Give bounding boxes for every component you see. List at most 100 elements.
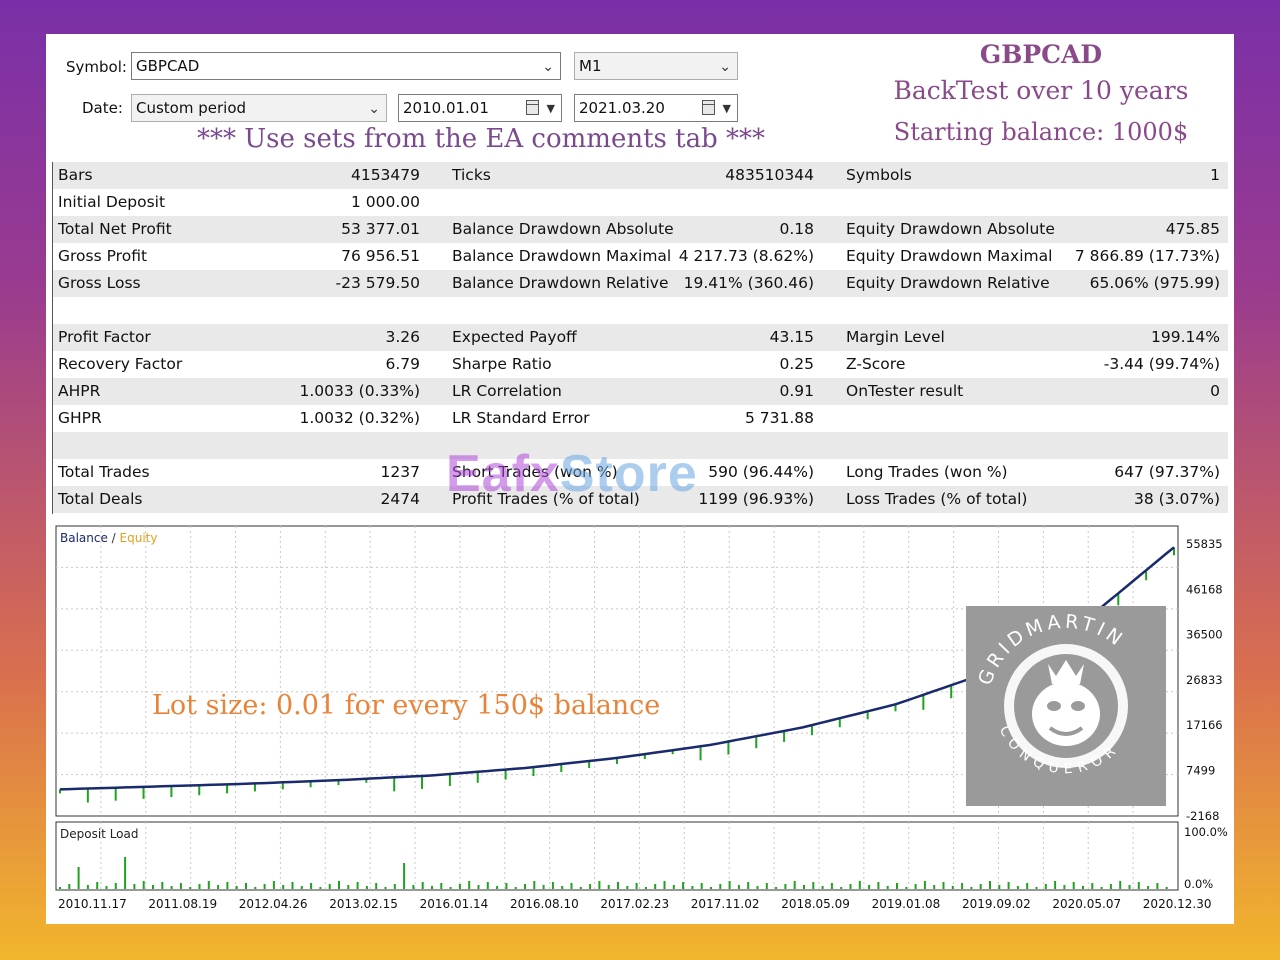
- stat-value: 0.91: [779, 382, 814, 400]
- stats-row: Bars 4153479 Ticks 483510344 Symbols 1: [52, 162, 1228, 189]
- stat-value: 7 866.89 (17.73%): [1074, 247, 1220, 265]
- promo-symbol: GBPCAD: [979, 40, 1103, 69]
- stat-value: 4153479: [350, 166, 420, 184]
- stat-label: Bars: [58, 166, 93, 184]
- stats-row: [52, 432, 1228, 459]
- deposit-load-tick: 0.0%: [1184, 877, 1213, 891]
- stats-row: Total Net Profit 53 377.01 Balance Drawdow…: [52, 216, 1228, 243]
- stats-table: Bars 4153479 Ticks 483510344 Symbols 1 Initial…: [52, 162, 1228, 513]
- x-tick-label: 2010.11.17: [58, 897, 127, 911]
- x-tick-label: 2012.04.26: [239, 897, 308, 911]
- symbol-label: Symbol:: [66, 58, 127, 76]
- stat-label: LR Standard Error: [452, 409, 590, 427]
- stat-label: Balance Drawdown Maximal: [452, 247, 672, 265]
- stat-label: Profit Factor: [58, 328, 151, 346]
- stat-value: 2474: [380, 490, 420, 508]
- date-from-value: 2010.01.01: [403, 99, 489, 117]
- stat-value: 19.41% (360.46): [683, 274, 814, 292]
- x-tick-label: 2020.05.07: [1052, 897, 1121, 911]
- stat-value: -23 579.50: [335, 274, 420, 292]
- strategy-tester-report: Symbol: GBPCAD ⌄ M1 ⌄ Date: Custom perio…: [46, 34, 1234, 924]
- date-to-picker[interactable]: 2021.03.20 ▼: [574, 94, 738, 122]
- stat-value: 0.18: [779, 220, 814, 238]
- x-tick-label: 2019.01.08: [872, 897, 941, 911]
- x-tick-label: 2019.09.02: [962, 897, 1031, 911]
- y-tick-label: -2168: [1186, 809, 1219, 823]
- stat-label: Balance Drawdown Relative: [452, 274, 669, 292]
- stat-label: OnTester result: [846, 382, 964, 400]
- stats-row: [52, 297, 1228, 324]
- x-tick-label: 2020.12.30: [1143, 897, 1212, 911]
- stat-label: Recovery Factor: [58, 355, 183, 373]
- legend-sep: /: [108, 531, 120, 545]
- stat-label: Total Net Profit: [58, 220, 172, 238]
- y-tick-label: 55835: [1186, 537, 1223, 551]
- stat-value: 1: [1210, 166, 1220, 184]
- date-label: Date:: [82, 99, 123, 117]
- sets-note: *** Use sets from the EA comments tab **…: [196, 124, 765, 154]
- stat-value: 76 956.51: [341, 247, 420, 265]
- stat-label: Z-Score: [846, 355, 906, 373]
- stat-value: 1.0032 (0.32%): [299, 409, 421, 427]
- stat-value: 483510344: [725, 166, 814, 184]
- x-tick-label: 2018.05.09: [781, 897, 850, 911]
- stats-row: AHPR 1.0033 (0.33%) LR Correlation 0.91 OnTe…: [52, 378, 1228, 405]
- stat-value: 4 217.73 (8.62%): [678, 247, 814, 265]
- stat-label: Ticks: [452, 166, 491, 184]
- deposit-load-title: Deposit Load: [60, 827, 138, 841]
- stats-row: GHPR 1.0032 (0.32%) LR Standard Error 5 731…: [52, 405, 1228, 432]
- gorilla-logo-icon: GRIDMARTIN CONQUEROR: [974, 611, 1128, 778]
- x-tick-label: 2017.11.02: [691, 897, 760, 911]
- stats-row: Total Deals 2474 Profit Trades (% of total…: [52, 486, 1228, 513]
- x-tick-label: 2016.01.14: [420, 897, 489, 911]
- stat-value: 1 000.00: [350, 193, 420, 211]
- stats-row: Gross Loss -23 579.50 Balance Drawdown Rel…: [52, 270, 1228, 297]
- chevron-down-icon: ⌄: [368, 101, 380, 117]
- date-from-picker[interactable]: 2010.01.01 ▼: [398, 94, 562, 122]
- symbol-select[interactable]: GBPCAD ⌄: [131, 52, 561, 80]
- chevron-down-icon: ⌄: [542, 59, 554, 75]
- stat-label: Margin Level: [846, 328, 945, 346]
- timeframe-select[interactable]: M1 ⌄: [574, 52, 738, 80]
- stat-value: 590 (96.44%): [708, 463, 814, 481]
- y-tick-label: 17166: [1186, 718, 1223, 732]
- stats-row: Profit Factor 3.26 Expected Payoff 43.15 Mar…: [52, 324, 1228, 351]
- stat-value: -3.44 (99.74%): [1103, 355, 1220, 373]
- deposit-load-tick: 100.0%: [1184, 825, 1228, 839]
- legend-equity: Equity: [120, 531, 158, 545]
- stat-label: Gross Loss: [58, 274, 141, 292]
- stat-label: Expected Payoff: [452, 328, 577, 346]
- promo-backtest: BackTest over 10 years: [893, 76, 1189, 105]
- stat-value: 0: [1210, 382, 1220, 400]
- stat-value: 43.15: [769, 328, 814, 346]
- stat-label: Symbols: [846, 166, 912, 184]
- stat-label: GHPR: [58, 409, 102, 427]
- stat-value: 6.79: [385, 355, 420, 373]
- stat-label: Gross Profit: [58, 247, 148, 265]
- stats-row: Recovery Factor 6.79 Sharpe Ratio 0.25 Z-Sco…: [52, 351, 1228, 378]
- legend-balance: Balance: [60, 531, 108, 545]
- stat-label: Equity Drawdown Maximal: [846, 247, 1053, 265]
- stat-label: Short Trades (won %): [452, 463, 618, 481]
- stats-row: Gross Profit 76 956.51 Balance Drawdown Ma…: [52, 243, 1228, 270]
- stat-value: 0.25: [779, 355, 814, 373]
- chart-legend: Balance / Equity: [60, 531, 157, 545]
- stat-label: Loss Trades (% of total): [846, 490, 1028, 508]
- timeframe-value: M1: [579, 57, 602, 75]
- date-to-value: 2021.03.20: [579, 99, 665, 117]
- stat-value: 647 (97.37%): [1114, 463, 1220, 481]
- stat-value: 1.0033 (0.33%): [299, 382, 421, 400]
- stat-label: Equity Drawdown Absolute: [846, 220, 1055, 238]
- calendar-icon: [702, 100, 715, 115]
- promo-balance: Starting balance: 1000$: [893, 118, 1189, 146]
- stat-value: 65.06% (975.99): [1089, 274, 1220, 292]
- chevron-down-icon: ⌄: [719, 59, 731, 75]
- deposit-load-frame: [55, 821, 1179, 891]
- divider: [52, 162, 53, 514]
- stat-value: 5 731.88: [744, 409, 814, 427]
- period-select[interactable]: Custom period ⌄: [131, 94, 387, 122]
- lot-size-note: Lot size: 0.01 for every 150$ balance: [152, 690, 660, 721]
- y-tick-label: 36500: [1186, 628, 1223, 642]
- y-tick-label: 7499: [1186, 764, 1215, 778]
- x-tick-label: 2016.08.10: [510, 897, 579, 911]
